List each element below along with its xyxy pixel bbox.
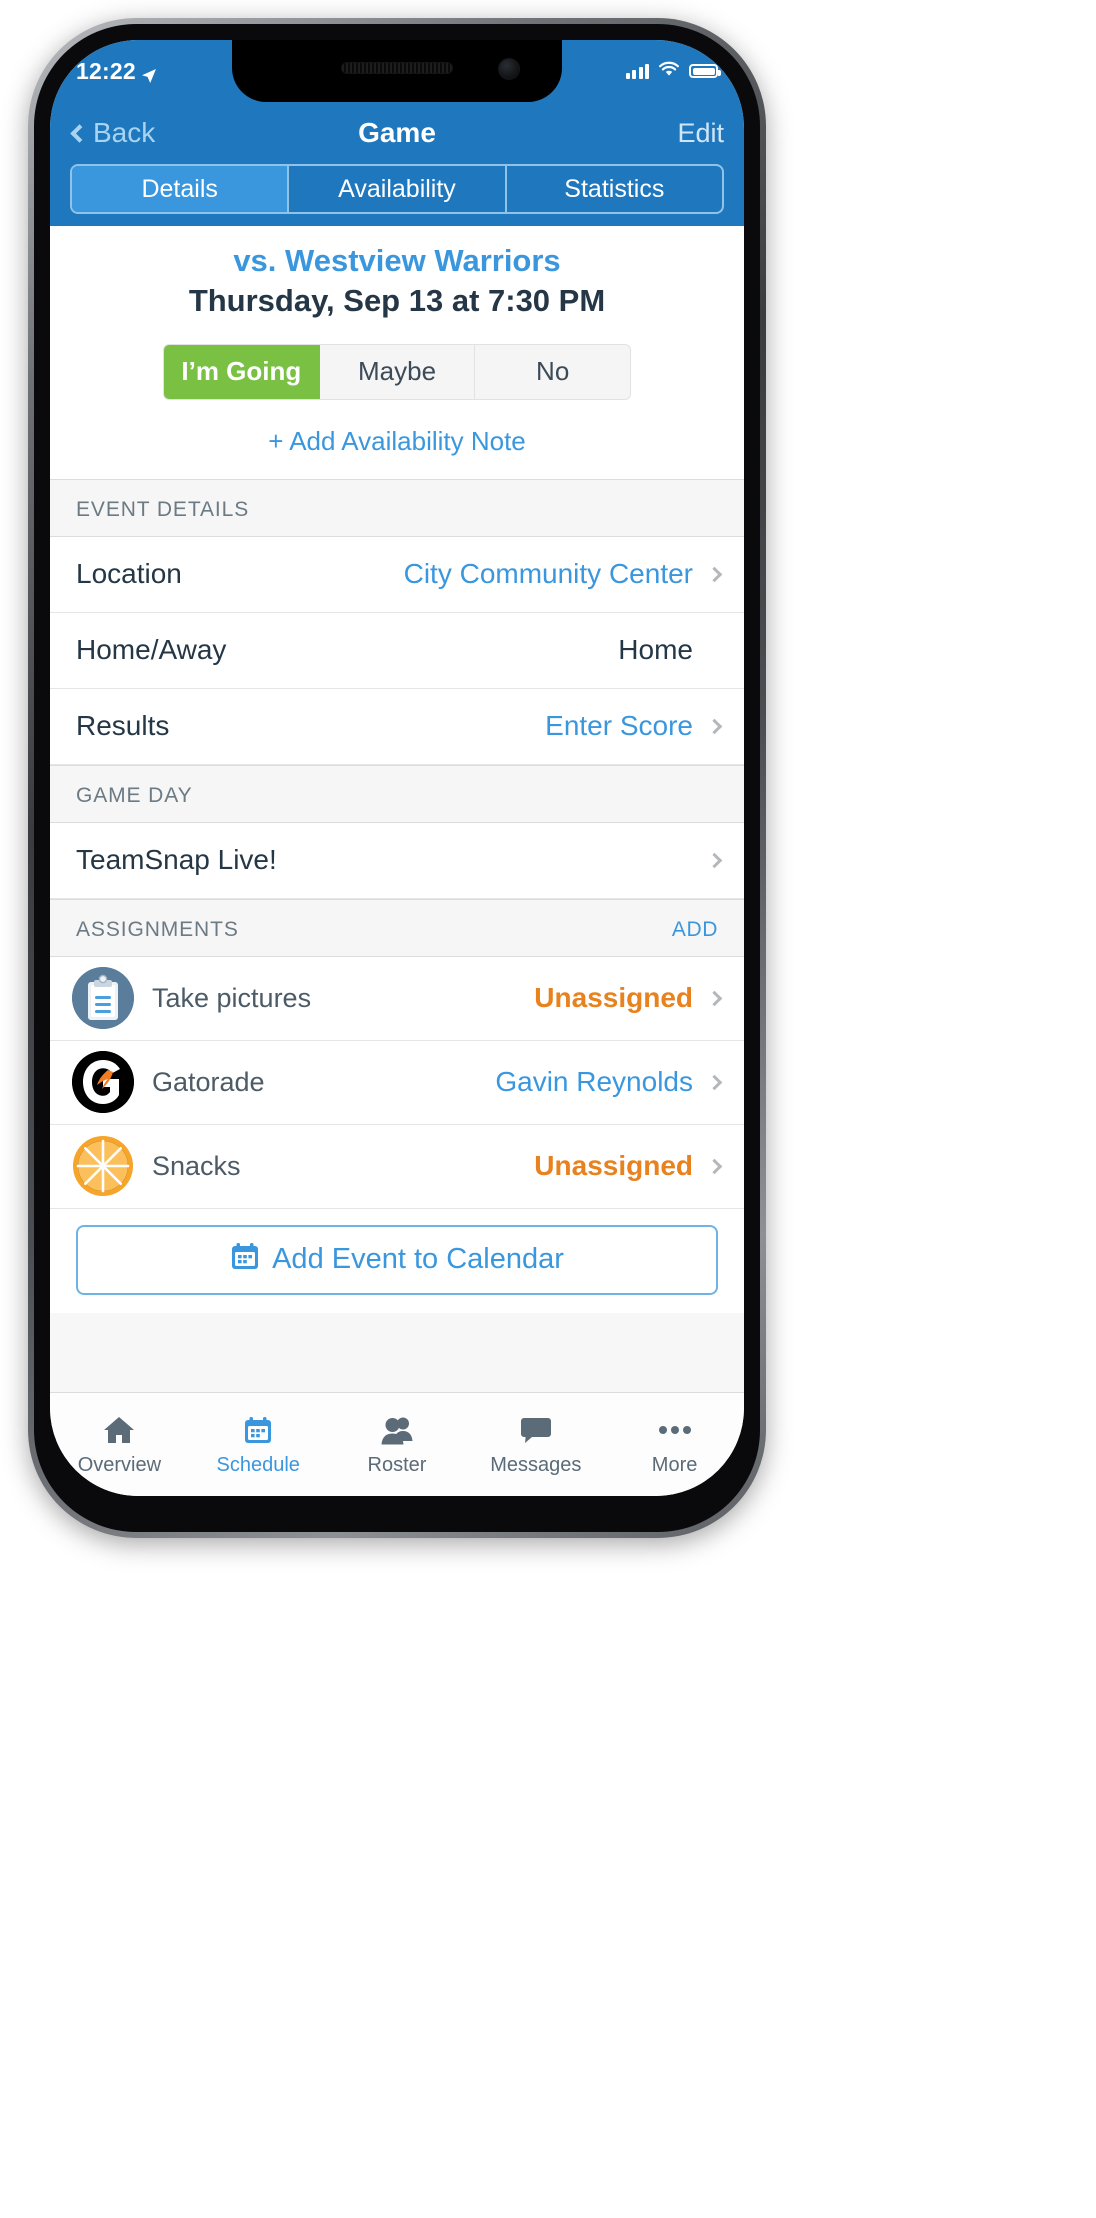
front-camera: [498, 58, 520, 80]
calendar-icon: [243, 1413, 273, 1447]
assignment-row-snacks[interactable]: Snacks Unassigned: [50, 1125, 744, 1209]
row-location-label: Location: [76, 558, 182, 590]
edit-button[interactable]: Edit: [677, 118, 724, 149]
earpiece-speaker: [341, 62, 453, 74]
assignment-row-take-pictures[interactable]: Take pictures Unassigned: [50, 957, 744, 1041]
calendar-icon: [230, 1241, 260, 1279]
app-viewport: 12:22: [50, 40, 744, 1496]
section-header-label: EVENT DETAILS: [76, 498, 249, 522]
tab-messages[interactable]: Messages: [466, 1393, 605, 1496]
assignment-value: Unassigned: [534, 1150, 693, 1182]
chevron-right-icon: [707, 1074, 723, 1090]
chevron-right-icon: [707, 1158, 723, 1174]
phone-frame: 12:22: [28, 18, 766, 1538]
back-button-label: Back: [93, 117, 155, 149]
clipboard-icon: [72, 967, 134, 1029]
row-teamsnap-live[interactable]: TeamSnap Live!: [50, 823, 744, 899]
add-assignment-button[interactable]: ADD: [672, 918, 718, 942]
row-home-away-value: Home: [618, 634, 693, 666]
row-home-away-label: Home/Away: [76, 634, 226, 666]
people-icon: [380, 1413, 414, 1447]
rsvp-maybe-button[interactable]: Maybe: [320, 345, 476, 399]
row-home-away: Home/Away Home: [50, 613, 744, 689]
row-location[interactable]: Location City Community Center: [50, 537, 744, 613]
section-header-assignments: ASSIGNMENTS ADD: [50, 899, 744, 957]
opponent-title: vs. Westview Warriors: [50, 240, 744, 282]
assignment-value: Unassigned: [534, 982, 693, 1014]
tab-details[interactable]: Details: [72, 166, 289, 212]
tab-messages-label: Messages: [490, 1454, 581, 1477]
row-results-value: Enter Score: [545, 710, 693, 742]
ellipsis-icon: [658, 1413, 692, 1447]
tab-schedule[interactable]: Schedule: [189, 1393, 328, 1496]
chevron-left-icon: [70, 124, 88, 142]
row-results[interactable]: Results Enter Score: [50, 689, 744, 765]
section-header-game-day: GAME DAY: [50, 765, 744, 823]
status-bar-right: [626, 61, 719, 82]
assignment-label: Gatorade: [152, 1067, 265, 1098]
tab-statistics[interactable]: Statistics: [507, 166, 722, 212]
battery-full-icon: [689, 64, 718, 78]
event-datetime: Thursday, Sep 13 at 7:30 PM: [50, 280, 744, 322]
location-arrow-icon: [141, 63, 157, 79]
add-availability-note-link[interactable]: + Add Availability Note: [50, 426, 744, 457]
orange-slice-icon: [72, 1135, 134, 1197]
event-hero: vs. Westview Warriors Thursday, Sep 13 a…: [50, 226, 744, 479]
tab-more[interactable]: More: [605, 1393, 744, 1496]
chevron-right-icon: [707, 718, 723, 734]
segmented-control: Details Availability Statistics: [70, 164, 724, 214]
tab-availability[interactable]: Availability: [289, 166, 506, 212]
row-location-value: City Community Center: [404, 558, 693, 590]
chevron-right-icon: [707, 990, 723, 1006]
assignment-label: Take pictures: [152, 983, 311, 1014]
assignment-row-gatorade[interactable]: Gatorade Gavin Reynolds: [50, 1041, 744, 1125]
tab-schedule-label: Schedule: [216, 1454, 299, 1477]
section-header-label: ASSIGNMENTS: [76, 918, 239, 942]
rsvp-no-button[interactable]: No: [475, 345, 630, 399]
cellular-signal-icon: [626, 63, 650, 79]
add-to-calendar-container: Add Event to Calendar: [50, 1209, 744, 1313]
tab-roster[interactable]: Roster: [328, 1393, 467, 1496]
content-scroll-area[interactable]: vs. Westview Warriors Thursday, Sep 13 a…: [50, 226, 744, 1392]
tab-more-label: More: [652, 1454, 698, 1477]
assignment-value: Gavin Reynolds: [495, 1066, 693, 1098]
home-icon: [103, 1413, 135, 1447]
back-button[interactable]: Back: [70, 117, 155, 149]
navigation-bar: Back Game Edit: [50, 102, 744, 164]
chat-bubble-icon: [520, 1413, 552, 1447]
status-bar-left: 12:22: [76, 58, 157, 85]
segmented-control-container: Details Availability Statistics: [50, 164, 744, 226]
rsvp-going-button[interactable]: I’m Going: [164, 345, 320, 399]
wifi-icon: [658, 61, 680, 82]
section-header-event-details: EVENT DETAILS: [50, 479, 744, 537]
section-header-label: GAME DAY: [76, 784, 193, 808]
chevron-right-icon: [707, 566, 723, 582]
bottom-tab-bar: Overview: [50, 1392, 744, 1496]
phone-bezel: 12:22: [34, 24, 760, 1532]
gatorade-icon: [72, 1051, 134, 1113]
tab-overview[interactable]: Overview: [50, 1393, 189, 1496]
chevron-right-icon: [707, 852, 723, 868]
row-teamsnap-live-label: TeamSnap Live!: [76, 844, 277, 876]
phone-notch: [232, 40, 562, 102]
screenshot-stage: 12:22: [0, 0, 1096, 2218]
tab-roster-label: Roster: [368, 1454, 427, 1477]
assignment-label: Snacks: [152, 1151, 241, 1182]
add-event-to-calendar-button[interactable]: Add Event to Calendar: [76, 1225, 718, 1295]
row-results-label: Results: [76, 710, 169, 742]
add-event-to-calendar-label: Add Event to Calendar: [272, 1243, 564, 1276]
tab-overview-label: Overview: [78, 1454, 161, 1477]
availability-selector: I’m Going Maybe No: [163, 344, 631, 400]
status-time: 12:22: [76, 58, 136, 85]
phone-screen: 12:22: [50, 40, 744, 1496]
